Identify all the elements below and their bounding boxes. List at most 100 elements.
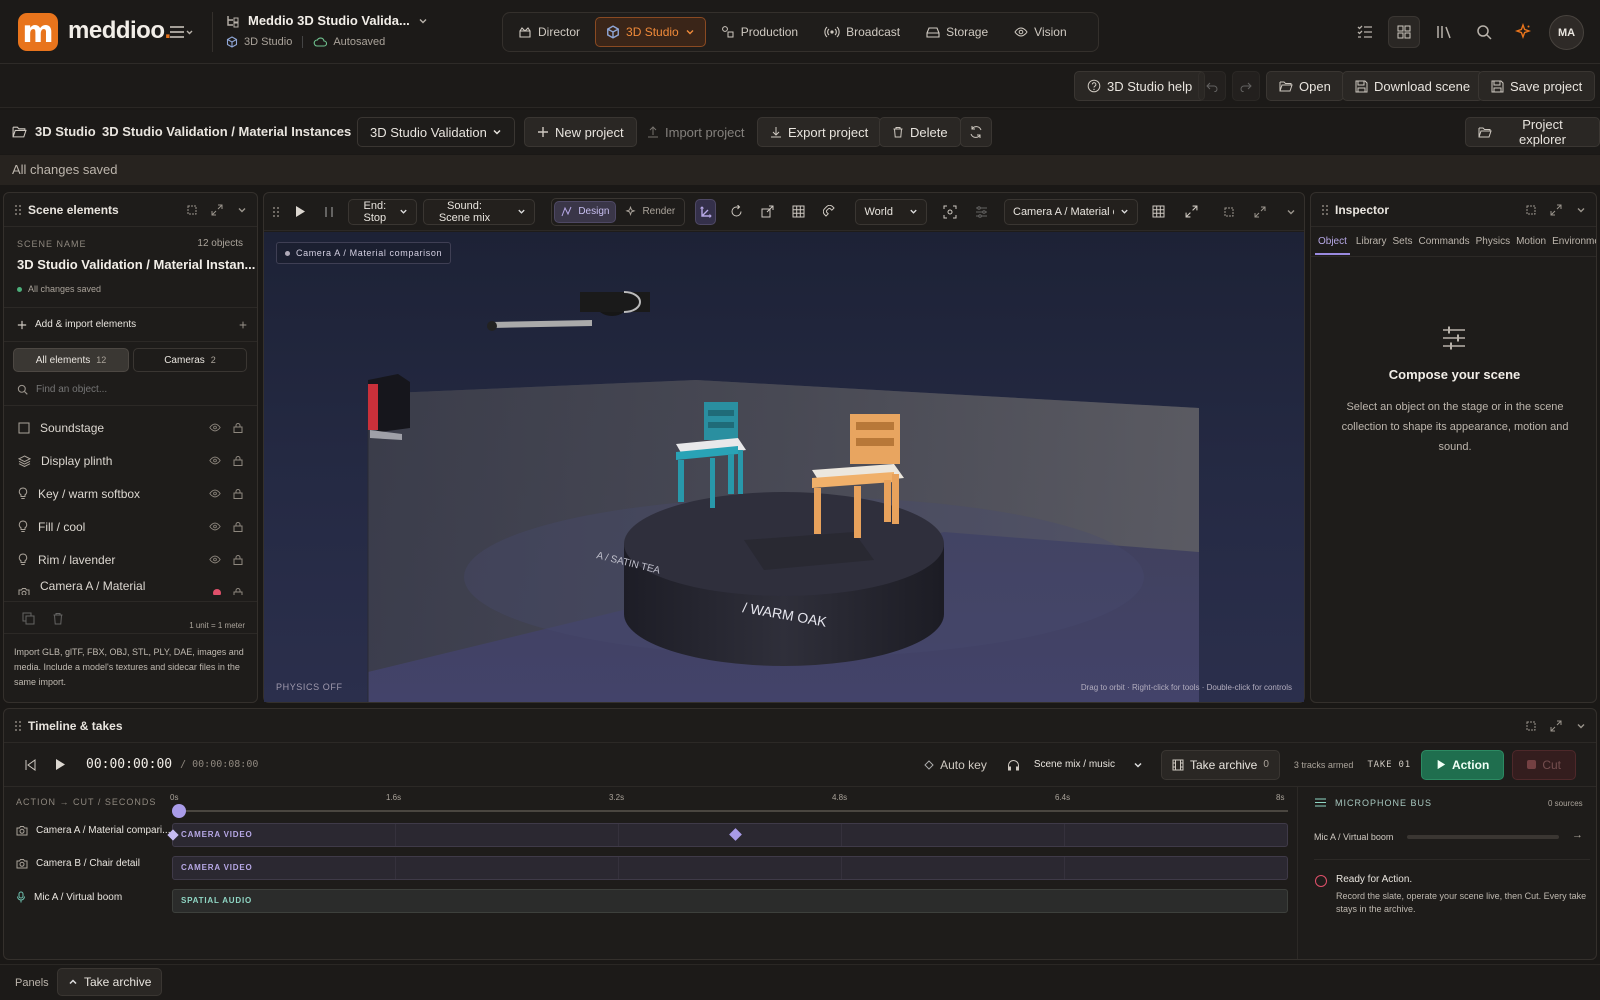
pause-icon[interactable] bbox=[324, 206, 334, 218]
search-icon[interactable] bbox=[1476, 24, 1492, 40]
play-icon[interactable] bbox=[54, 758, 66, 771]
list-item-rim-light[interactable]: Rim / lavender bbox=[4, 543, 257, 576]
expand-icon[interactable] bbox=[1550, 204, 1562, 216]
search-input[interactable] bbox=[36, 383, 247, 395]
detach-icon[interactable] bbox=[1526, 721, 1536, 731]
magnet-icon[interactable] bbox=[823, 204, 837, 219]
undo-button[interactable] bbox=[1198, 71, 1226, 101]
detach-icon[interactable] bbox=[1526, 205, 1536, 215]
tab-object[interactable]: Object bbox=[1315, 228, 1350, 255]
visibility-eye-icon[interactable] bbox=[209, 489, 221, 498]
chevron-down-icon[interactable] bbox=[237, 205, 247, 215]
drag-handle-icon[interactable] bbox=[14, 204, 22, 216]
tab-environment[interactable]: Environme bbox=[1552, 236, 1596, 247]
new-project-button[interactable]: New project bbox=[524, 117, 637, 147]
nav-production[interactable]: Production bbox=[710, 17, 809, 47]
track-camera-a[interactable]: CAMERA VIDEO bbox=[167, 823, 1288, 847]
detach-icon[interactable] bbox=[1224, 207, 1234, 217]
hamburger-menu-icon[interactable] bbox=[168, 22, 194, 42]
camera-select[interactable]: Camera A / Material comp bbox=[1004, 198, 1138, 225]
save-project-button[interactable]: Save project bbox=[1478, 71, 1596, 101]
help-button[interactable]: 3D Studio help bbox=[1074, 71, 1206, 101]
lock-icon[interactable] bbox=[233, 554, 243, 565]
focus-frame-icon[interactable] bbox=[943, 205, 957, 219]
list-item-soundstage[interactable]: Soundstage bbox=[4, 411, 257, 444]
chevron-down-icon[interactable] bbox=[1576, 721, 1586, 731]
tab-commands[interactable]: Commands bbox=[1419, 236, 1470, 247]
track-label-camera-a[interactable]: Camera A / Material compari... bbox=[16, 825, 171, 836]
keyframe[interactable] bbox=[729, 828, 742, 841]
sparkle-icon[interactable] bbox=[1514, 23, 1532, 41]
visibility-eye-icon[interactable] bbox=[209, 423, 221, 432]
list-item-camera-a[interactable]: Camera A / Material comparison bbox=[4, 576, 257, 595]
tab-sets[interactable]: Sets bbox=[1392, 236, 1412, 247]
render-mode-button[interactable]: Render bbox=[618, 201, 682, 223]
scene-name[interactable]: 3D Studio Validation / Material Instan..… bbox=[17, 257, 255, 272]
project-select[interactable]: 3D Studio Validation / M bbox=[357, 117, 515, 147]
auto-key-toggle[interactable]: Auto key bbox=[924, 758, 987, 772]
action-button[interactable]: Action bbox=[1420, 749, 1505, 780]
drag-handle-icon[interactable] bbox=[1321, 204, 1329, 216]
chevron-down-icon[interactable] bbox=[1286, 207, 1296, 217]
tab-cameras[interactable]: Cameras 2 bbox=[133, 348, 247, 372]
detach-icon[interactable] bbox=[187, 205, 197, 215]
list-item-fill-light[interactable]: Fill / cool bbox=[4, 510, 257, 543]
scrub-bar[interactable] bbox=[172, 810, 1288, 812]
delete-button[interactable]: Delete bbox=[879, 117, 961, 147]
sliders-icon[interactable] bbox=[975, 205, 988, 218]
drag-handle-icon[interactable] bbox=[14, 720, 22, 732]
arm-arrow-icon[interactable]: → bbox=[1572, 829, 1583, 841]
project-explorer-button[interactable]: Project explorer bbox=[1465, 117, 1600, 147]
expand-icon[interactable] bbox=[1550, 720, 1562, 732]
nav-storage[interactable]: Storage bbox=[915, 17, 999, 47]
mix-select[interactable]: Scene mix / music bbox=[1034, 759, 1143, 770]
grid-icon[interactable] bbox=[792, 205, 805, 218]
rotate-icon[interactable] bbox=[730, 205, 743, 218]
panels-label[interactable]: Panels bbox=[15, 977, 49, 989]
end-behavior-select[interactable]: End: Stop bbox=[348, 198, 417, 225]
lock-icon[interactable] bbox=[233, 587, 243, 595]
trash-icon[interactable] bbox=[52, 612, 64, 625]
drag-handle-icon[interactable] bbox=[272, 206, 280, 218]
refresh-button[interactable] bbox=[960, 117, 992, 147]
fullscreen-icon[interactable] bbox=[1185, 205, 1198, 218]
list-item-display-plinth[interactable]: Display plinth bbox=[4, 444, 257, 477]
expand-icon[interactable] bbox=[211, 204, 223, 216]
move-tool-button[interactable] bbox=[695, 198, 717, 225]
grid-icon[interactable] bbox=[1152, 205, 1165, 218]
project-path[interactable]: 3D Studio Validation / Material Instance… bbox=[102, 124, 371, 139]
import-project-button[interactable]: Import project bbox=[634, 117, 757, 147]
expand-icon[interactable] bbox=[1254, 206, 1266, 218]
add-import-row[interactable]: Add & import elements bbox=[17, 319, 247, 330]
checklist-icon[interactable] bbox=[1356, 24, 1374, 40]
library-icon[interactable] bbox=[1436, 24, 1454, 40]
design-mode-button[interactable]: Design bbox=[554, 200, 617, 223]
lock-icon[interactable] bbox=[233, 488, 243, 499]
tab-motion[interactable]: Motion bbox=[1516, 236, 1546, 247]
track-label-mic-a[interactable]: Mic A / Virtual boom bbox=[16, 891, 122, 903]
open-button[interactable]: Open bbox=[1266, 71, 1344, 101]
lock-icon[interactable] bbox=[233, 455, 243, 466]
list-item-key-light[interactable]: Key / warm softbox bbox=[4, 477, 257, 510]
space-select[interactable]: World bbox=[855, 198, 927, 225]
avatar[interactable]: MA bbox=[1549, 15, 1584, 50]
chevron-down-icon[interactable] bbox=[1576, 205, 1586, 215]
duplicate-icon[interactable] bbox=[22, 612, 35, 625]
timeline-tracks-area[interactable]: 0s 1.6s 3.2s 4.8s 6.4s 8s CAMERA VIDEO C… bbox=[167, 793, 1290, 953]
project-title-dropdown[interactable]: Meddio 3D Studio Valida... bbox=[226, 13, 428, 28]
tab-all-elements[interactable]: All elements 12 bbox=[13, 348, 129, 372]
visibility-eye-icon[interactable] bbox=[209, 555, 221, 564]
nav-broadcast[interactable]: Broadcast bbox=[813, 17, 911, 47]
tab-physics[interactable]: Physics bbox=[1476, 236, 1510, 247]
track-label-camera-b[interactable]: Camera B / Chair detail bbox=[16, 858, 140, 869]
lock-icon[interactable] bbox=[233, 521, 243, 532]
nav-vision[interactable]: Vision bbox=[1003, 17, 1077, 47]
lock-icon[interactable] bbox=[233, 422, 243, 433]
apps-grid-button[interactable] bbox=[1388, 16, 1420, 48]
play-icon[interactable] bbox=[294, 205, 306, 218]
footer-take-archive-button[interactable]: Take archive bbox=[57, 968, 163, 996]
3d-viewport[interactable]: A / SATIN TEA / WARM OAK Camera A / Mate… bbox=[264, 232, 1304, 702]
visibility-eye-icon[interactable] bbox=[209, 522, 221, 531]
export-project-button[interactable]: Export project bbox=[757, 117, 882, 147]
take-archive-button[interactable]: Take archive 0 bbox=[1160, 749, 1280, 780]
